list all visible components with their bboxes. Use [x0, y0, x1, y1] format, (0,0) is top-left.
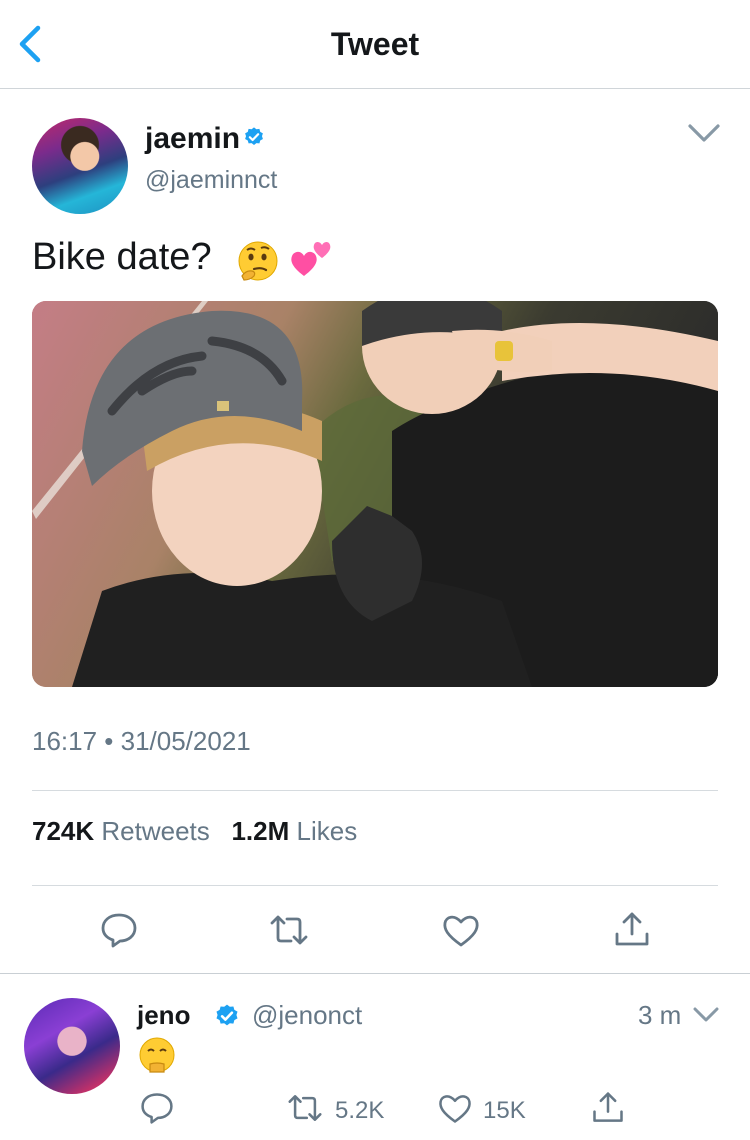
retweet-icon[interactable] — [287, 1090, 323, 1126]
author-name[interactable]: jaemin — [145, 122, 240, 156]
divider — [32, 885, 718, 886]
retweets-count[interactable]: 724K — [32, 816, 94, 846]
reply-author-avatar[interactable] — [24, 998, 120, 1094]
back-chevron-icon[interactable] — [14, 22, 48, 66]
reply-icon[interactable] — [99, 910, 139, 950]
like-icon[interactable] — [437, 1090, 473, 1126]
chevron-down-icon[interactable] — [692, 1006, 720, 1024]
divider — [32, 790, 718, 791]
reply-like-count: 15K — [483, 1097, 526, 1124]
retweets-label[interactable]: Retweets — [101, 816, 209, 846]
top-bar: Tweet — [0, 0, 750, 89]
verified-badge-icon — [243, 126, 265, 148]
tweet-text: Bike date? — [32, 236, 212, 278]
share-icon[interactable] — [590, 1090, 626, 1126]
author-handle[interactable]: @jaeminnct — [145, 166, 277, 195]
thinking-face-icon — [236, 240, 280, 284]
tweet-stats: 724K Retweets 1.2M Likes — [32, 816, 357, 847]
share-icon[interactable] — [612, 910, 652, 950]
verified-badge-icon — [214, 1003, 240, 1029]
reply-age: 3 m — [638, 1000, 682, 1030]
two-hearts-icon — [288, 236, 334, 280]
like-icon[interactable] — [441, 910, 481, 950]
retweet-icon[interactable] — [269, 910, 309, 950]
tweet-photo[interactable] — [32, 301, 718, 687]
author-avatar[interactable] — [32, 118, 128, 214]
section-divider — [0, 973, 750, 974]
shushing-face-icon — [137, 1036, 177, 1076]
reply-icon[interactable] — [139, 1090, 175, 1126]
likes-count[interactable]: 1.2M — [231, 816, 289, 846]
reply-author-handle[interactable]: @jenonct — [252, 1000, 362, 1031]
page-title: Tweet — [330, 26, 420, 62]
reply-author-name[interactable]: jeno — [137, 1000, 190, 1031]
reply-retweet-count: 5.2K — [335, 1097, 385, 1124]
tweet-timestamp: 16:17 • 31/05/2021 — [32, 726, 251, 756]
chevron-down-icon[interactable] — [686, 122, 722, 146]
likes-label[interactable]: Likes — [297, 816, 358, 846]
